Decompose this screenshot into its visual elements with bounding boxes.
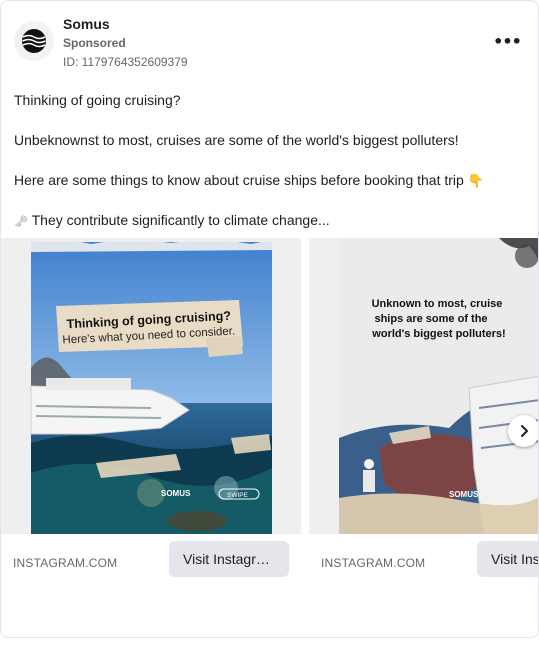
post-text: Thinking of going cruising? xyxy=(14,92,181,108)
carousel-next-button[interactable] xyxy=(508,415,538,447)
poster-line-1: Unknown to most, cruise xyxy=(372,298,503,310)
carousel: Thinking of going cruising? Here's what … xyxy=(1,238,538,578)
visit-instagram-button-2[interactable]: Visit Instagram profile xyxy=(477,541,538,577)
carousel-slide-1[interactable]: Thinking of going cruising? Here's what … xyxy=(1,238,301,578)
somus-logo-icon xyxy=(22,29,46,53)
visit-instagram-button-1[interactable]: Visit Instagram profile xyxy=(169,541,289,577)
sponsored-label: Sponsored xyxy=(63,36,126,50)
chevron-right-icon xyxy=(521,425,528,437)
poster-line-2: ships are some of the xyxy=(374,313,487,325)
key-emoji-icon: 🗝 xyxy=(14,215,28,228)
avatar[interactable] xyxy=(14,21,54,61)
pointing-down-emoji-icon: 👇 xyxy=(467,174,484,189)
slide-source-1: INSTAGRAM.COM xyxy=(13,556,118,570)
post-text-line-1: Thinking of going cruising? xyxy=(14,92,181,108)
poster-logo-text: SOMUS xyxy=(161,489,191,498)
ad-id: ID: 1179764352609379 xyxy=(63,55,188,69)
slide-source-2: INSTAGRAM.COM xyxy=(321,556,426,570)
slide-image-1: Thinking of going cruising? Here's what … xyxy=(1,238,301,534)
carousel-slide-2[interactable]: Unknown to most, cruise ships are some o… xyxy=(309,238,538,578)
post-text: They contribute significantly to climate… xyxy=(31,212,330,228)
cruise-poster-image: Thinking of going cruising? Here's what … xyxy=(1,238,301,534)
post-text: Here are some things to know about cruis… xyxy=(14,172,464,188)
post-text-line-2: Unbeknownst to most, cruises are some of… xyxy=(14,132,459,148)
post-text-line-4: 🗝 They contribute significantly to clima… xyxy=(14,212,330,228)
more-options-button[interactable]: ••• xyxy=(493,31,522,51)
poster-swipe-text: SWIPE xyxy=(227,492,249,499)
slide-image-2: Unknown to most, cruise ships are some o… xyxy=(309,238,538,534)
ad-card: Somus Sponsored ID: 1179764352609379 •••… xyxy=(0,0,539,638)
post-text-line-3: Here are some things to know about cruis… xyxy=(14,172,484,189)
poster-logo-text: SOMUS xyxy=(449,490,479,499)
poster-line-3: world's biggest polluters! xyxy=(371,328,505,340)
post-text: Unbeknownst to most, cruises are some of… xyxy=(14,132,459,148)
polluters-poster-image: Unknown to most, cruise ships are some o… xyxy=(309,238,538,534)
advertiser-name[interactable]: Somus xyxy=(63,16,110,32)
